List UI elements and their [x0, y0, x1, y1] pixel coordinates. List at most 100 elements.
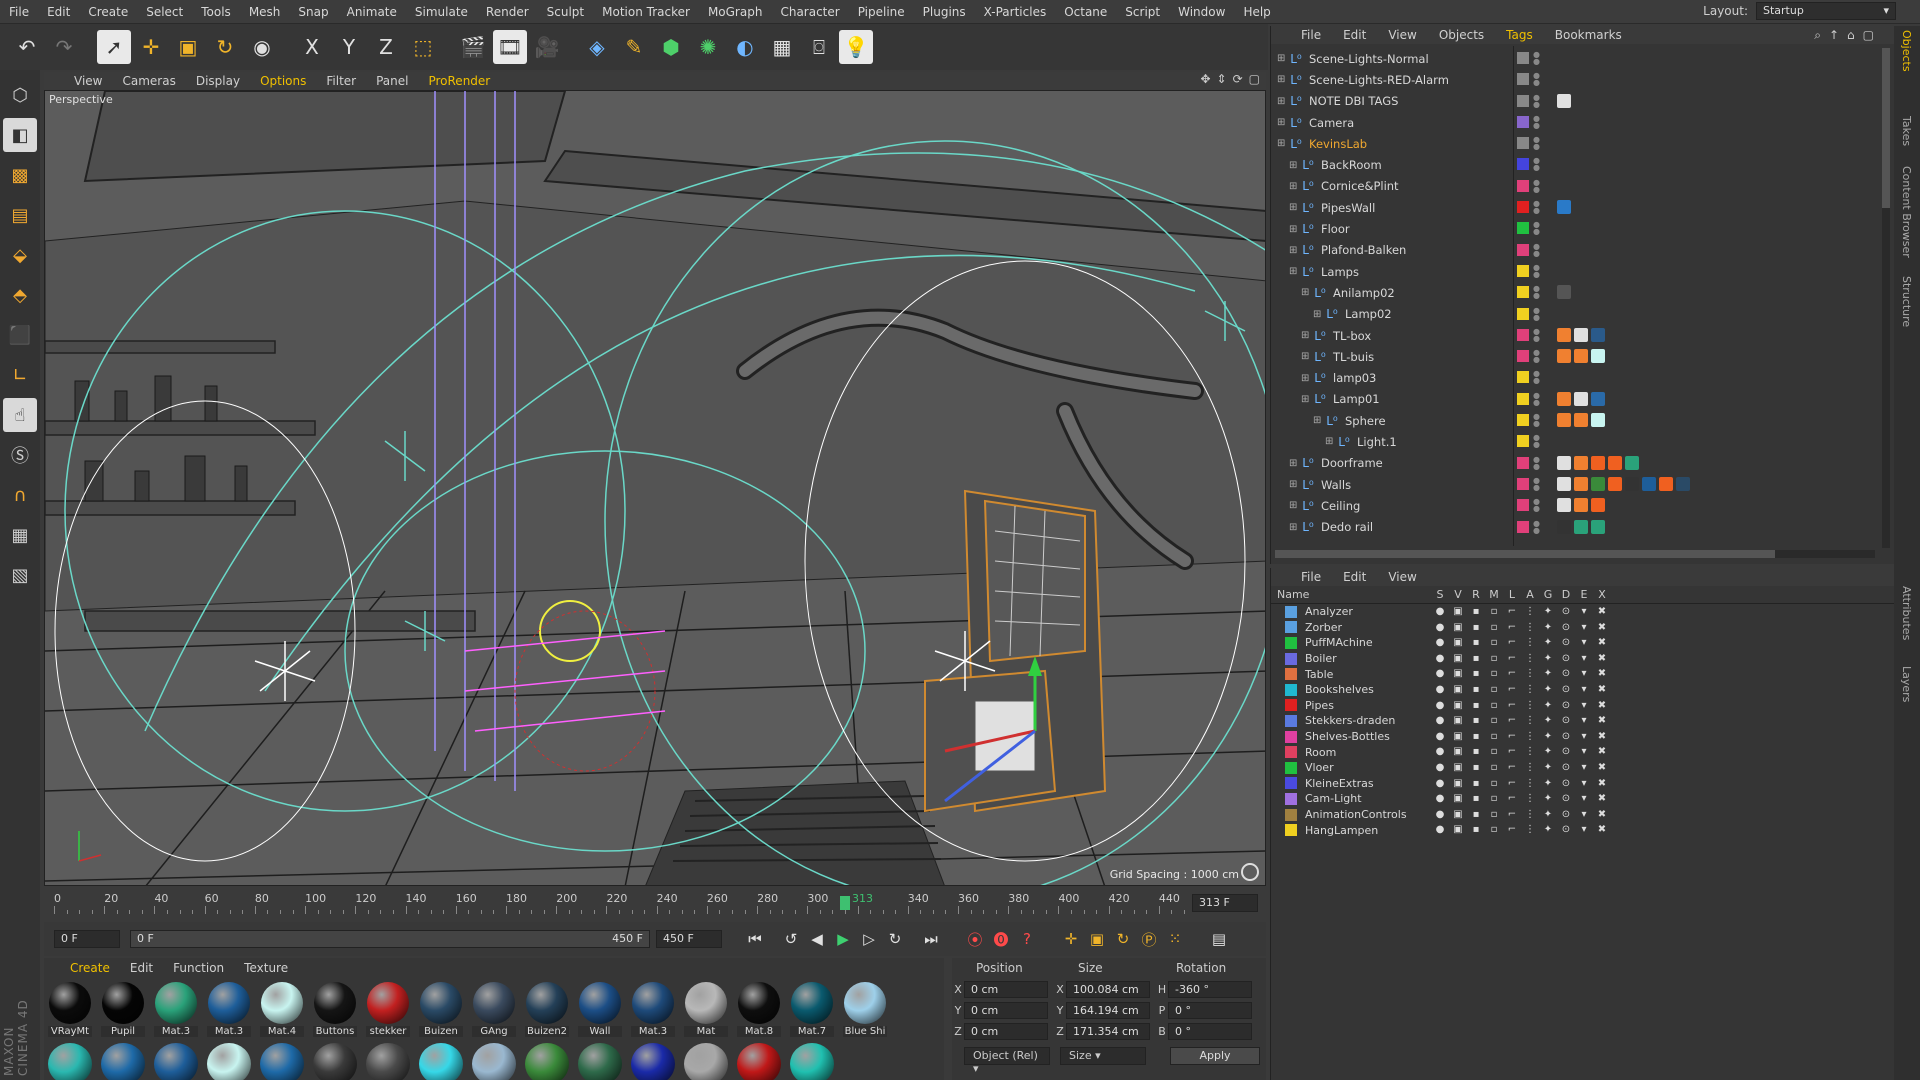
texture-mode-icon[interactable]: ▩	[3, 158, 37, 192]
layer-toggle-icon[interactable]: ●	[1431, 700, 1449, 711]
layer-toggle-icon[interactable]: ✦	[1539, 700, 1557, 711]
size-x-field[interactable]: 100.084 cm	[1066, 980, 1150, 998]
material-preview-icon[interactable]	[207, 1043, 251, 1080]
layer-toggle-icon[interactable]: ▾	[1575, 809, 1593, 820]
object-row[interactable]: ⊞ L⁰ Plafond-Balken ● ●	[1271, 240, 1894, 261]
scroll-thumb[interactable]	[1275, 550, 1775, 558]
previous-key-icon[interactable]: ↺	[778, 926, 804, 952]
layer-toggle-icon[interactable]: ▫	[1485, 668, 1503, 679]
layer-toggle-icon[interactable]: ✖	[1593, 684, 1611, 695]
layer-color-icon[interactable]	[1517, 350, 1529, 363]
record-active-icon[interactable]: ⦿	[962, 926, 988, 952]
layer-toggle-icon[interactable]: ▾	[1575, 637, 1593, 648]
layer-toggle-icon[interactable]: ▪	[1467, 824, 1485, 835]
layer-color-swatch[interactable]	[1285, 824, 1297, 837]
visibility-dots-icon[interactable]: ● ●	[1533, 391, 1540, 406]
tag-icon[interactable]	[1591, 476, 1605, 491]
timeline-window-icon[interactable]: ▤	[1206, 926, 1232, 952]
camera-icon[interactable]: ⌼	[802, 30, 836, 64]
visibility-dots-icon[interactable]: ● ●	[1533, 221, 1540, 236]
z-axis-icon[interactable]: Z	[369, 30, 403, 64]
layer-toggle-icon[interactable]: ▣	[1449, 684, 1467, 695]
layer-column-header[interactable]: E	[1575, 588, 1593, 601]
mat-menu-edit[interactable]: Edit	[130, 961, 153, 975]
layer-color-icon[interactable]	[1517, 201, 1529, 214]
visibility-dots-icon[interactable]: ● ●	[1533, 157, 1540, 172]
visibility-dots-icon[interactable]: ● ●	[1533, 349, 1540, 364]
lm-menu-edit[interactable]: Edit	[1343, 570, 1366, 584]
layer-column-header[interactable]: V	[1449, 588, 1467, 601]
play-icon[interactable]: ▶	[830, 926, 856, 952]
layer-toggle-icon[interactable]: ▪	[1467, 762, 1485, 773]
expand-icon[interactable]: ⊞	[1289, 202, 1301, 213]
layer-toggle-icon[interactable]: ▪	[1467, 653, 1485, 664]
visibility-dots-icon[interactable]: ● ●	[1533, 242, 1540, 257]
tag-icon[interactable]	[1574, 391, 1588, 406]
workplane-icon[interactable]: ▤	[3, 198, 37, 232]
layer-toggle-icon[interactable]: ▣	[1449, 606, 1467, 617]
search-icon[interactable]: ⌕	[1814, 28, 1821, 43]
material-preview-icon[interactable]	[260, 1043, 304, 1080]
layer-toggle-icon[interactable]: ⊙	[1557, 731, 1575, 742]
layer-toggle-icon[interactable]: ✖	[1593, 824, 1611, 835]
layer-toggle-icon[interactable]: ⌐	[1503, 684, 1521, 695]
light-icon[interactable]: 💡	[839, 30, 873, 64]
layer-toggle-icon[interactable]: ●	[1431, 762, 1449, 773]
layer-toggle-icon[interactable]: ⋮	[1521, 622, 1539, 633]
menu-mograph[interactable]: MoGraph	[699, 5, 772, 19]
layer-toggle-icon[interactable]: ▾	[1575, 715, 1593, 726]
move-icon[interactable]: ✛	[134, 30, 168, 64]
menu-plugins[interactable]: Plugins	[914, 5, 975, 19]
layer-row[interactable]: PuffMAchine ● ▣ ▪ ▫ ⌐ ⋮ ✦ ⊙ ▾ ✖	[1271, 635, 1894, 651]
object-row[interactable]: ⊞ L⁰ lamp03 ● ●	[1271, 367, 1894, 388]
layer-toggle-icon[interactable]: ⊙	[1557, 762, 1575, 773]
layer-toggle-icon[interactable]: ▪	[1467, 622, 1485, 633]
layer-toggle-icon[interactable]: ✖	[1593, 622, 1611, 633]
layer-toggle-icon[interactable]: ▾	[1575, 746, 1593, 757]
expand-icon[interactable]: ⊞	[1313, 309, 1325, 320]
rotation-p-field[interactable]: 0 °	[1168, 1001, 1252, 1019]
layout-dropdown[interactable]: Startup ▾	[1756, 2, 1896, 20]
y-axis-icon[interactable]: Y	[332, 30, 366, 64]
layer-toggle-icon[interactable]: ▫	[1485, 731, 1503, 742]
rotate-view-icon[interactable]	[1241, 863, 1259, 881]
visibility-dots-icon[interactable]: ● ●	[1533, 370, 1540, 385]
menu-file[interactable]: File	[0, 5, 38, 19]
layer-toggle-icon[interactable]: ▪	[1467, 746, 1485, 757]
tag-icon[interactable]	[1574, 476, 1588, 491]
menu-character[interactable]: Character	[771, 5, 848, 19]
tag-icon[interactable]	[1642, 476, 1656, 491]
layer-toggle-icon[interactable]: ▫	[1485, 762, 1503, 773]
tab-takes[interactable]: Takes	[1900, 116, 1913, 146]
visibility-dots-icon[interactable]: ● ●	[1533, 455, 1540, 470]
layer-row[interactable]: Table ● ▣ ▪ ▫ ⌐ ⋮ ✦ ⊙ ▾ ✖	[1271, 666, 1894, 682]
layer-toggle-icon[interactable]: ▫	[1485, 684, 1503, 695]
layer-toggle-icon[interactable]: ●	[1431, 809, 1449, 820]
layer-toggle-icon[interactable]: ⌐	[1503, 809, 1521, 820]
pen-icon[interactable]: ✎	[617, 30, 651, 64]
expand-icon[interactable]: ⊞	[1301, 287, 1313, 298]
menu-mesh[interactable]: Mesh	[240, 5, 290, 19]
menu-pipeline[interactable]: Pipeline	[849, 5, 914, 19]
layer-toggle-icon[interactable]: ⋮	[1521, 668, 1539, 679]
layer-toggle-icon[interactable]: ⌐	[1503, 731, 1521, 742]
layer-toggle-icon[interactable]: ⊙	[1557, 809, 1575, 820]
tag-icon[interactable]	[1608, 455, 1622, 470]
layer-row[interactable]: AnimationControls ● ▣ ▪ ▫ ⌐ ⋮ ✦ ⊙ ▾ ✖	[1271, 807, 1894, 823]
om-menu-tags[interactable]: Tags	[1506, 28, 1533, 42]
tag-icon[interactable]	[1591, 519, 1605, 534]
layer-color-icon[interactable]	[1517, 371, 1529, 384]
layer-toggle-icon[interactable]: ▾	[1575, 668, 1593, 679]
menu-octane[interactable]: Octane	[1055, 5, 1116, 19]
layer-toggle-icon[interactable]: ✦	[1539, 637, 1557, 648]
key-pla-icon[interactable]: ⁙	[1162, 926, 1188, 952]
expand-icon[interactable]: ⊞	[1289, 266, 1301, 277]
max-frame-field[interactable]: 450 F	[656, 930, 722, 948]
object-row[interactable]: ⊞ L⁰ Cornice&Plint ● ●	[1271, 176, 1894, 197]
rotation-h-field[interactable]: -360 °	[1168, 980, 1252, 998]
layer-row[interactable]: Cam-Light ● ▣ ▪ ▫ ⌐ ⋮ ✦ ⊙ ▾ ✖	[1271, 791, 1894, 807]
new-window-icon[interactable]: ▢	[1863, 28, 1874, 43]
layer-color-swatch[interactable]	[1285, 746, 1297, 759]
layer-toggle-icon[interactable]: ●	[1431, 622, 1449, 633]
layer-color-icon[interactable]	[1517, 328, 1529, 341]
